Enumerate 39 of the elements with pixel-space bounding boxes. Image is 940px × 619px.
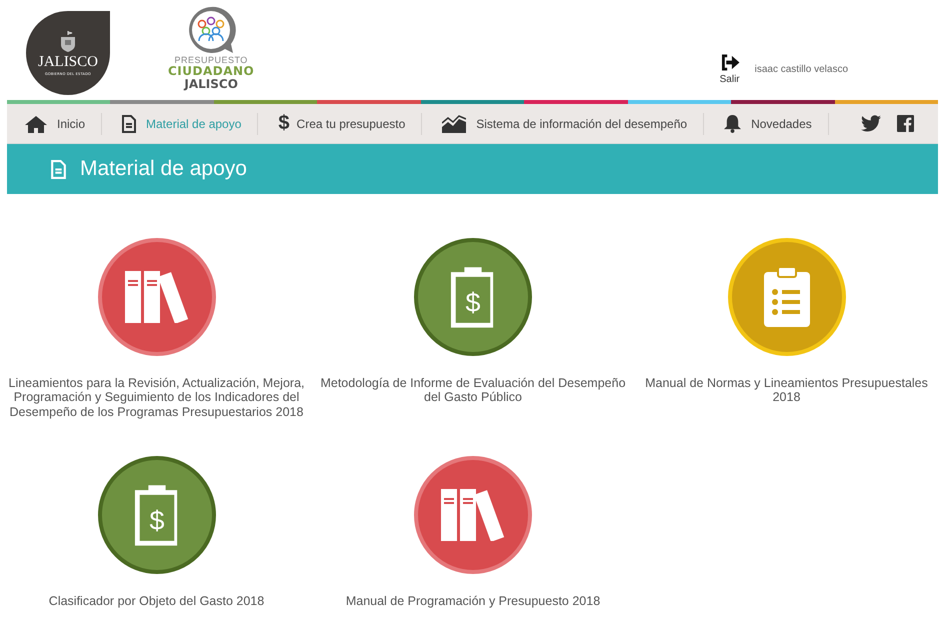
facebook-icon[interactable]	[896, 115, 914, 132]
document-link[interactable]: $ Clasificador por Objeto del Gasto 2018	[0, 456, 313, 619]
bell-icon	[724, 114, 742, 133]
logo-caption: CIUDADANO	[168, 65, 254, 78]
banner-title: Material de apoyo	[80, 157, 247, 181]
people-bubble-icon	[186, 5, 236, 55]
nav-link[interactable]: Inicio	[25, 114, 102, 132]
dollar-sign: $	[149, 505, 164, 536]
home-icon	[25, 114, 47, 132]
document-link[interactable]: Manual de Normas y Lineamientos Presupuestales 2018	[633, 238, 940, 456]
document-link[interactable]: Manual de Programación y Presupuesto 2018	[313, 456, 633, 619]
books-icon	[441, 489, 505, 541]
dollar-sign: $	[466, 287, 480, 318]
document-icon	[51, 160, 66, 178]
document-title: Manual de Normas y Lineamientos Presupuestales 2018	[644, 376, 929, 405]
bird-icon[interactable]	[860, 115, 881, 132]
document-title: Metodología de Informe de Evaluación del Desempeño del Gasto Público	[319, 376, 627, 405]
user-name: isaac castillo velasco	[754, 64, 848, 75]
clipboard-list-icon	[764, 267, 810, 327]
clipboard-icon	[450, 267, 494, 328]
logout-icon	[720, 54, 740, 71]
logo-caption: PRESUPUESTO	[174, 55, 248, 65]
crest-icon	[58, 30, 78, 52]
document-icon	[122, 114, 136, 132]
nav-link[interactable]: Novedades	[724, 114, 828, 133]
document-title: Lineamientos para la Revisión, Actualización, Mejora, Programación y Seguimiento de los Indicadores del Desempeño de los Programas Presupuestarios 2018	[8, 376, 306, 420]
nav-link[interactable]: $ Crea tu presupuesto	[278, 112, 422, 135]
nav-link[interactable]: Sistema de información del desempeño	[442, 114, 704, 132]
clipboard-icon	[134, 485, 177, 546]
logout-link[interactable]: Salir	[720, 54, 740, 85]
document-title: Clasificador por Objeto del Gasto 2018	[48, 594, 266, 608]
books-icon	[124, 271, 188, 323]
document-title: Manual de Programación y Presupuesto 2018	[344, 594, 602, 608]
trend-chart-icon	[442, 114, 466, 132]
logo-name: JALISCO	[38, 54, 98, 70]
logo-caption: JALISCO	[184, 78, 238, 92]
document-link[interactable]: $ Metodología de Informe de Evaluación del Desempeño del Gasto Público	[313, 238, 633, 456]
document-link[interactable]: Lineamientos para la Revisión, Actualización, Mejora, Programación y Seguimiento de los Indicadores del Desempeño de los Programas Presupuestarios 2018	[0, 238, 313, 456]
dollar-icon: $	[278, 112, 290, 135]
